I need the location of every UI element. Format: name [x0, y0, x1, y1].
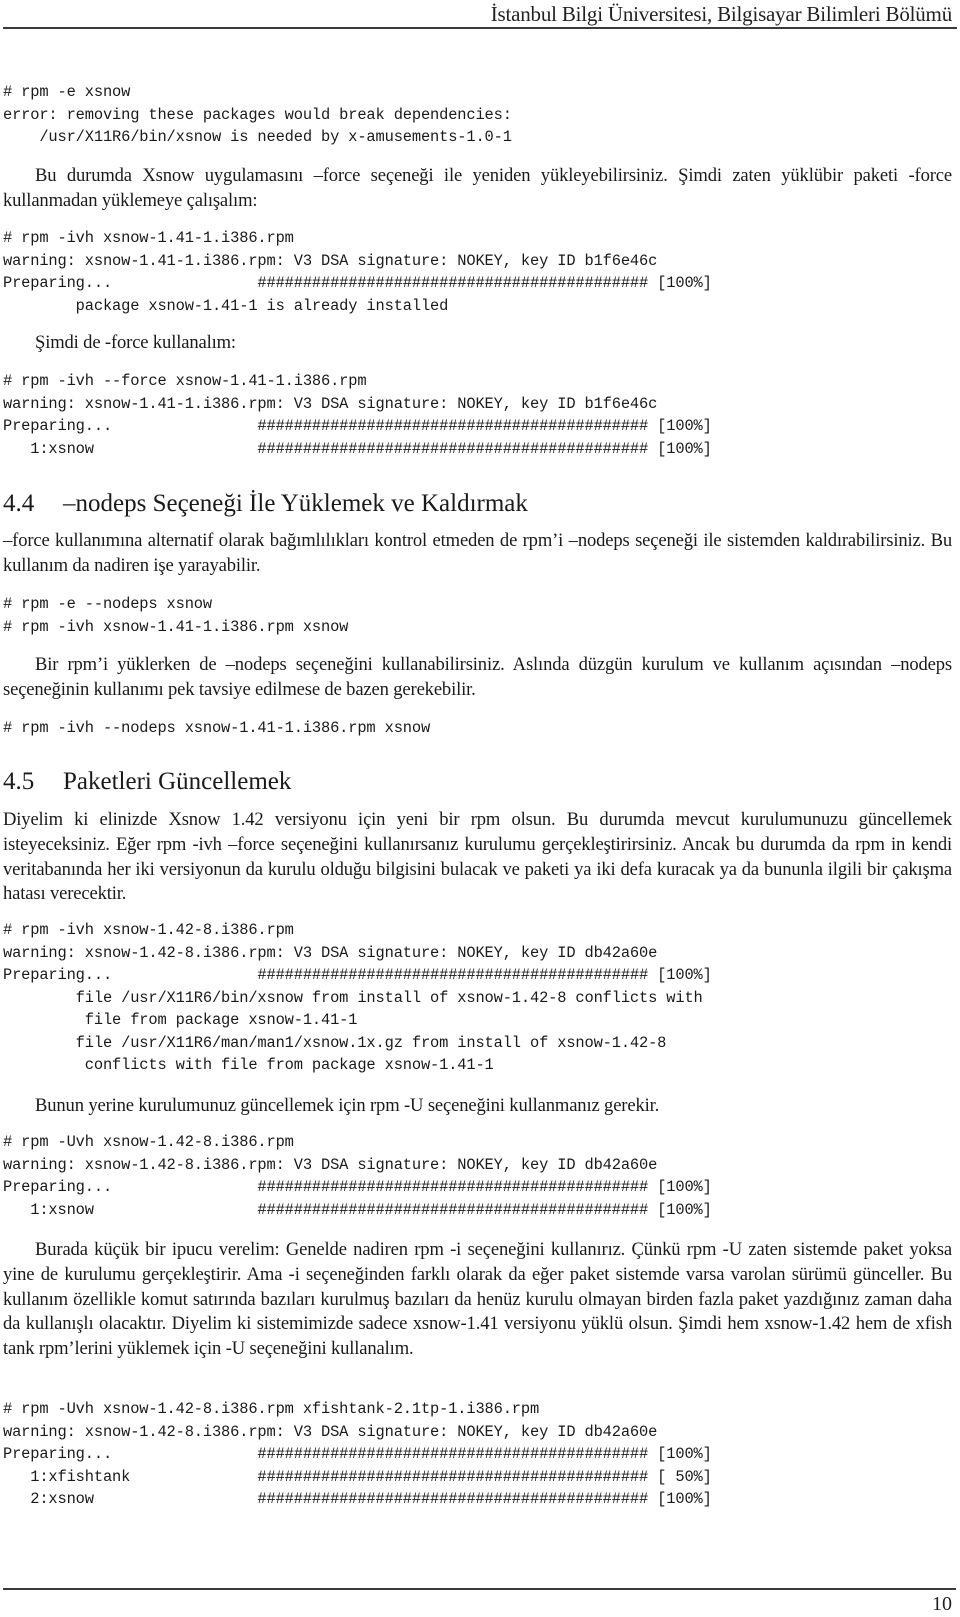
code-text: # rpm -ivh xsnow-1.42-8.i386.rpm warning… [3, 921, 712, 1074]
paragraph-force-use: Şimdi de -force kullanalım: [3, 331, 952, 356]
section-title: Paketleri Güncellemek [63, 768, 292, 795]
paragraph-text: Burada küçük bir ipucu verelim: Genelde … [3, 1239, 952, 1360]
code-block-upgrade: # rpm -Uvh xsnow-1.42-8.i386.rpm warning… [3, 1131, 952, 1221]
section-number: 4.4 [3, 490, 35, 517]
code-block-multi-upgrade: # rpm -Uvh xsnow-1.42-8.i386.rpm xfishta… [3, 1398, 952, 1511]
paragraph-text: Bir rpm’i yüklerken de –nodeps seçeneğin… [3, 654, 952, 700]
code-text: # rpm -Uvh xsnow-1.42-8.i386.rpm xfishta… [3, 1400, 712, 1508]
code-block-nodeps-erase: # rpm -e --nodeps xsnow # rpm -ivh xsnow… [3, 593, 952, 638]
code-text: # rpm -ivh --nodeps xsnow-1.41-1.i386.rp… [3, 719, 431, 737]
paragraph-upgrade-tip: Burada küçük bir ipucu verelim: Genelde … [3, 1238, 952, 1362]
page-number: 10 [932, 1593, 952, 1615]
section-heading-4-5: 4.5 Paketleri Güncellemek [3, 767, 952, 797]
code-block-update-conflict: # rpm -ivh xsnow-1.42-8.i386.rpm warning… [3, 919, 952, 1077]
code-block-nodeps-install: # rpm -ivh --nodeps xsnow-1.41-1.i386.rp… [3, 717, 952, 740]
code-block-force-install: # rpm -ivh --force xsnow-1.41-1.i386.rpm… [3, 370, 952, 460]
paragraph-text: Diyelim ki elinizde Xsnow 1.42 versiyonu… [3, 809, 952, 905]
code-block-rpm-erase: # rpm -e xsnow error: removing these pac… [3, 81, 952, 149]
footer-rule [3, 1588, 956, 1590]
paragraph-update-intro: Diyelim ki elinizde Xsnow 1.42 versiyonu… [3, 808, 952, 907]
paragraph-nodeps-install: Bir rpm’i yüklerken de –nodeps seçeneğin… [3, 653, 952, 703]
document-page: İstanbul Bilgi Üniversitesi, Bilgisayar … [0, 0, 960, 1617]
paragraph-text: –force kullanımına alternatif olarak bağ… [3, 530, 952, 576]
paragraph-use-upgrade: Bunun yerine kurulumunuz güncellemek içi… [3, 1094, 952, 1119]
paragraph-nodeps-intro: –force kullanımına alternatif olarak bağ… [3, 529, 952, 579]
code-block-install-attempt: # rpm -ivh xsnow-1.41-1.i386.rpm warning… [3, 227, 952, 317]
section-title: –nodeps Seçeneği İle Yüklemek ve Kaldırm… [63, 490, 528, 517]
paragraph-text: Bu durumda Xsnow uygulamasını –force seç… [3, 165, 952, 211]
paragraph-force-intro: Bu durumda Xsnow uygulamasını –force seç… [3, 164, 952, 214]
code-text: # rpm -ivh --force xsnow-1.41-1.i386.rpm… [3, 372, 712, 458]
code-text: # rpm -e --nodeps xsnow # rpm -ivh xsnow… [3, 595, 349, 636]
paragraph-text: Bunun yerine kurulumunuz güncellemek içi… [35, 1095, 660, 1116]
section-number: 4.5 [3, 768, 35, 795]
section-heading-4-4: 4.4 –nodeps Seçeneği İle Yüklemek ve Kald… [3, 489, 952, 519]
header-rule [3, 27, 957, 29]
paragraph-text: Şimdi de -force kullanalım: [35, 332, 236, 353]
code-text: # rpm -ivh xsnow-1.41-1.i386.rpm warning… [3, 229, 712, 315]
code-text: # rpm -Uvh xsnow-1.42-8.i386.rpm warning… [3, 1133, 712, 1219]
code-text: # rpm -e xsnow error: removing these pac… [3, 83, 512, 146]
running-header: İstanbul Bilgi Üniversitesi, Bilgisayar … [490, 2, 952, 26]
